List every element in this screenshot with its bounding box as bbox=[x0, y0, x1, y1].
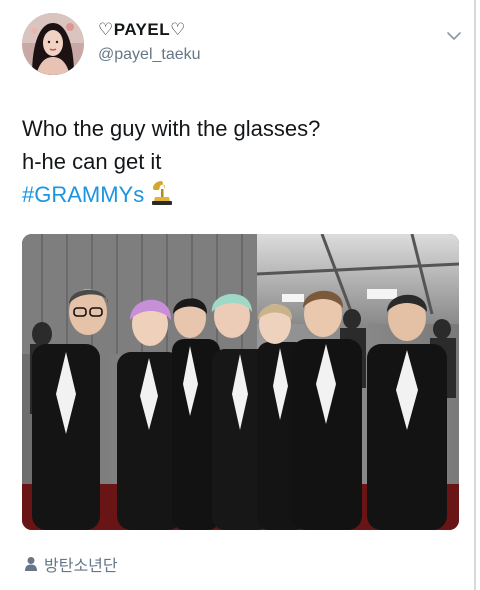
grammy-trophy-icon bbox=[152, 181, 173, 205]
display-name[interactable]: ♡PAYEL♡ bbox=[98, 20, 186, 40]
person-icon bbox=[25, 557, 37, 571]
user-handle[interactable]: @payel_taeku bbox=[98, 46, 201, 64]
tweet-text: Who the guy with the glasses? h-he can g… bbox=[22, 112, 320, 211]
avatar-image bbox=[22, 13, 84, 75]
location-tag[interactable]: 방탄소년단 bbox=[24, 552, 118, 576]
heart-icon: ♡ bbox=[98, 20, 114, 39]
tweet-line-1: Who the guy with the glasses? bbox=[22, 116, 321, 141]
location-label: 방탄소년단 bbox=[44, 558, 118, 575]
heart-icon: ♡ bbox=[170, 20, 186, 39]
avatar[interactable] bbox=[22, 13, 84, 75]
tweet-line-2: h-he can get it bbox=[22, 149, 162, 174]
group-photo-image bbox=[22, 234, 459, 530]
scrollbar[interactable] bbox=[474, 0, 480, 590]
hashtag-link[interactable]: #GRAMMYs bbox=[22, 182, 144, 207]
display-name-text: PAYEL bbox=[113, 20, 171, 39]
chevron-down-icon[interactable] bbox=[446, 30, 462, 42]
tweet-line-3: #GRAMMYs bbox=[22, 178, 320, 211]
tweet-photo[interactable] bbox=[22, 234, 459, 530]
